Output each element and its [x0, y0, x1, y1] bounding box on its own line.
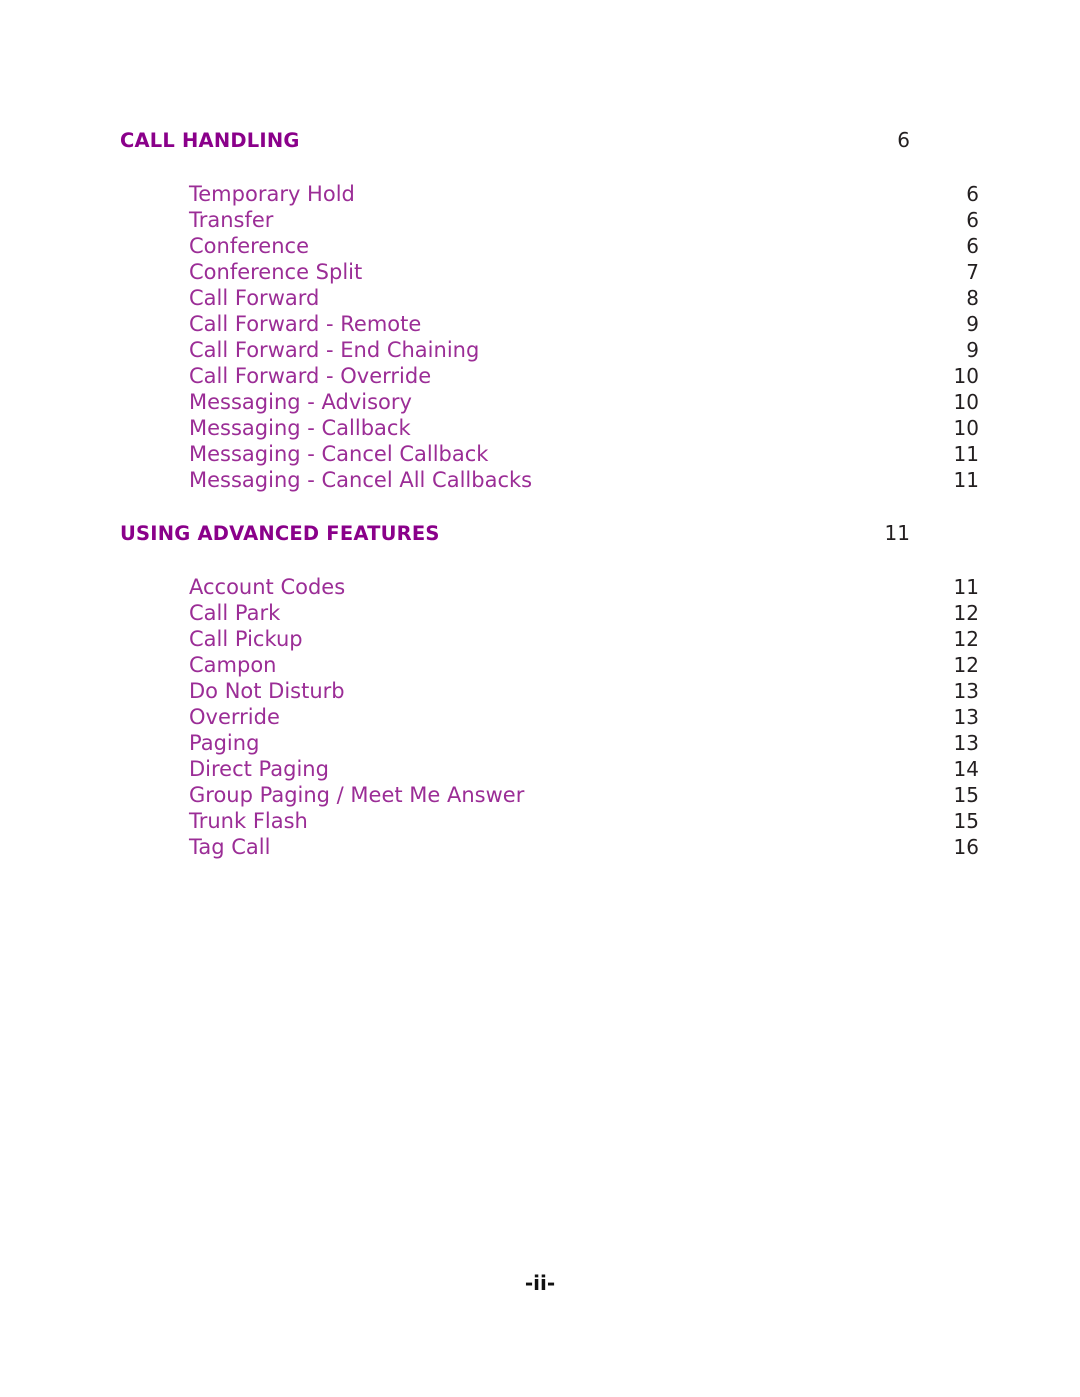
page-number-marker: -ii-	[524, 1271, 556, 1295]
toc-entry-page-number: 11	[953, 442, 979, 466]
toc-entry[interactable]: Conference Split 7	[120, 259, 979, 285]
toc-entry-page-number: 10	[953, 364, 979, 388]
toc-section: CALL HANDLING 6 Temporary Hold 6 Transfe…	[120, 127, 979, 493]
toc-section-heading-page-number: 6	[897, 128, 910, 152]
toc-entry[interactable]: Call Forward - Override 10	[120, 363, 979, 389]
toc-entry-label: Call Forward	[189, 286, 320, 310]
toc-entry-label: Call Forward - Override	[189, 364, 432, 388]
toc-entry-page-number: 9	[966, 338, 979, 362]
toc-entry[interactable]: Trunk Flash 15	[120, 808, 979, 834]
toc-entry[interactable]: Call Park 12	[120, 600, 979, 626]
toc-entry-list: Account Codes 11 Call Park 12 Call Picku…	[120, 574, 979, 860]
toc-section-heading-row[interactable]: CALL HANDLING 6	[120, 127, 910, 159]
toc-entry[interactable]: Tag Call 16	[120, 834, 979, 860]
toc-entry-page-number: 16	[953, 835, 979, 859]
toc-section-heading-page-number: 11	[884, 521, 910, 545]
toc-entry-page-number: 13	[953, 679, 979, 703]
table-of-contents: CALL HANDLING 6 Temporary Hold 6 Transfe…	[120, 127, 979, 860]
toc-entry[interactable]: Account Codes 11	[120, 574, 979, 600]
toc-entry-page-number: 13	[953, 705, 979, 729]
toc-entry-page-number: 15	[953, 783, 979, 807]
toc-entry-page-number: 12	[953, 653, 979, 677]
toc-entry[interactable]: Campon 12	[120, 652, 979, 678]
toc-entry-label: Call Park	[189, 601, 281, 625]
toc-entry-label: Conference Split	[189, 260, 363, 284]
toc-entry-label: Call Forward - Remote	[189, 312, 422, 336]
toc-entry-label: Messaging - Cancel All Callbacks	[189, 468, 533, 492]
toc-entry[interactable]: Messaging - Cancel All Callbacks 11	[120, 467, 979, 493]
toc-entry[interactable]: Transfer 6	[120, 207, 979, 233]
toc-entry-label: Paging	[189, 731, 260, 755]
toc-entry-page-number: 14	[953, 757, 979, 781]
toc-entry-page-number: 10	[953, 390, 979, 414]
toc-entry-page-number: 12	[953, 627, 979, 651]
toc-entry-label: Call Pickup	[189, 627, 303, 651]
toc-entry-page-number: 6	[966, 234, 979, 258]
toc-entry-page-number: 12	[953, 601, 979, 625]
toc-entry-label: Messaging - Callback	[189, 416, 411, 440]
toc-entry-page-number: 8	[966, 286, 979, 310]
page-footer: -ii-	[0, 1271, 1080, 1295]
toc-entry-label: Call Forward - End Chaining	[189, 338, 480, 362]
toc-entry-page-number: 11	[953, 468, 979, 492]
toc-entry-label: Tag Call	[189, 835, 271, 859]
toc-section-heading-row[interactable]: USING ADVANCED FEATURES 11	[120, 520, 910, 552]
toc-entry-label: Campon	[189, 653, 277, 677]
toc-entry-page-number: 11	[953, 575, 979, 599]
toc-entry[interactable]: Temporary Hold 6	[120, 181, 979, 207]
toc-section-heading-label: CALL HANDLING	[120, 129, 300, 152]
toc-entry-page-number: 7	[966, 260, 979, 284]
toc-entry-label: Conference	[189, 234, 310, 258]
toc-entry-label: Messaging - Cancel Callback	[189, 442, 489, 466]
toc-entry-page-number: 10	[953, 416, 979, 440]
toc-entry[interactable]: Do Not Disturb 13	[120, 678, 979, 704]
toc-entry[interactable]: Call Forward - End Chaining 9	[120, 337, 979, 363]
toc-entry-label: Temporary Hold	[189, 182, 355, 206]
toc-entry-label: Do Not Disturb	[189, 679, 345, 703]
toc-section-heading-label: USING ADVANCED FEATURES	[120, 522, 440, 545]
toc-entry[interactable]: Call Forward 8	[120, 285, 979, 311]
toc-entry[interactable]: Conference 6	[120, 233, 979, 259]
toc-entry-label: Override	[189, 705, 280, 729]
toc-entry-label: Messaging - Advisory	[189, 390, 412, 414]
toc-entry[interactable]: Call Forward - Remote 9	[120, 311, 979, 337]
toc-entry-page-number: 6	[966, 208, 979, 232]
toc-entry-label: Direct Paging	[189, 757, 329, 781]
toc-entry[interactable]: Messaging - Cancel Callback 11	[120, 441, 979, 467]
toc-entry-page-number: 15	[953, 809, 979, 833]
document-page: CALL HANDLING 6 Temporary Hold 6 Transfe…	[0, 0, 1080, 1397]
toc-entry[interactable]: Direct Paging 14	[120, 756, 979, 782]
toc-entry[interactable]: Paging 13	[120, 730, 979, 756]
toc-entry-label: Account Codes	[189, 575, 346, 599]
toc-section: USING ADVANCED FEATURES 11 Account Codes…	[120, 520, 979, 860]
toc-entry[interactable]: Messaging - Callback 10	[120, 415, 979, 441]
toc-entry-page-number: 9	[966, 312, 979, 336]
toc-entry[interactable]: Override 13	[120, 704, 979, 730]
toc-entry[interactable]: Group Paging / Meet Me Answer 15	[120, 782, 979, 808]
toc-entry-page-number: 6	[966, 182, 979, 206]
toc-entry-list: Temporary Hold 6 Transfer 6 Conference 6…	[120, 181, 979, 493]
toc-entry-page-number: 13	[953, 731, 979, 755]
toc-entry[interactable]: Messaging - Advisory 10	[120, 389, 979, 415]
toc-entry-label: Transfer	[189, 208, 274, 232]
toc-entry-label: Group Paging / Meet Me Answer	[189, 783, 525, 807]
toc-entry[interactable]: Call Pickup 12	[120, 626, 979, 652]
toc-entry-label: Trunk Flash	[189, 809, 308, 833]
